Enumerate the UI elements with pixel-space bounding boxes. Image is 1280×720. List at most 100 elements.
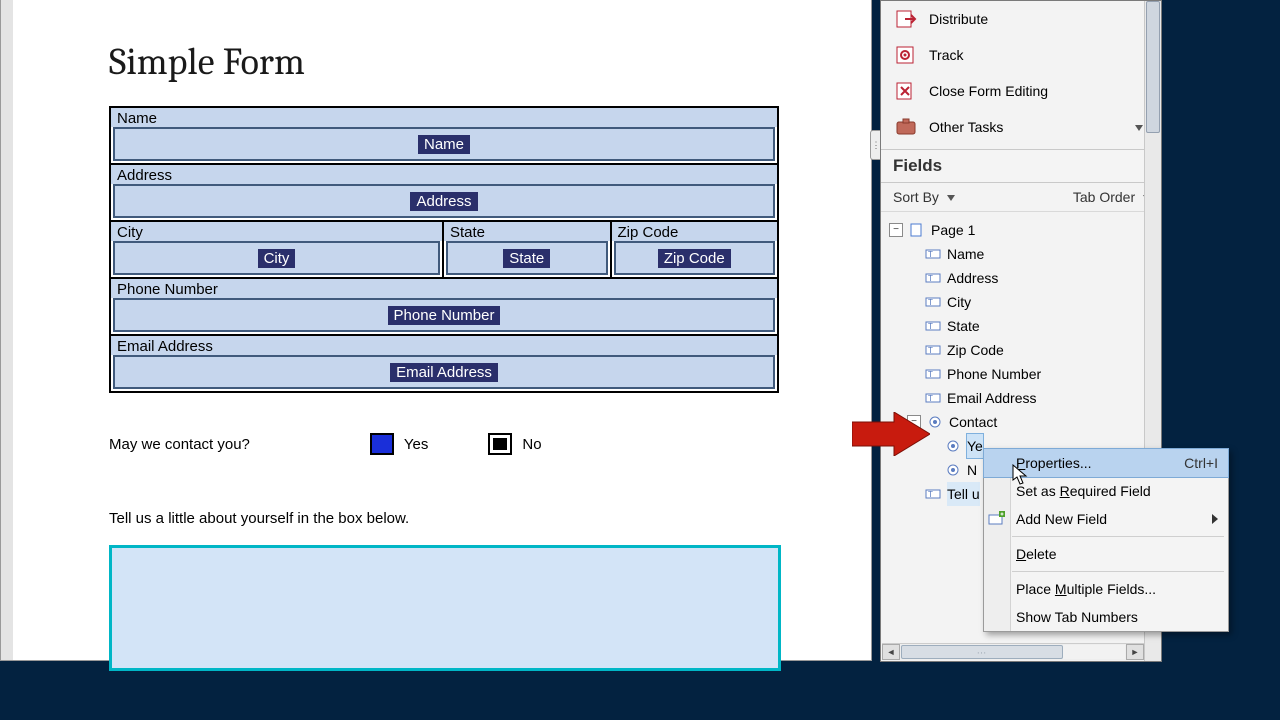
textfield-icon: T [925,295,941,309]
ctx-add-new-field[interactable]: Add New Field [984,505,1228,533]
svg-text:T: T [928,370,933,379]
tree-item-email[interactable]: TEmail Address [889,386,1161,410]
field-email[interactable]: Email Address [113,355,775,389]
red-arrow-annotation [852,412,930,456]
other-tasks-icon [895,116,917,138]
field-name-placeholder: Name [418,135,470,154]
textfield-icon: T [925,343,941,357]
tree-page[interactable]: − Page 1 [889,218,1161,242]
scroll-right-button[interactable]: ► [1126,644,1144,660]
about-prompt: Tell us a little about yourself in the b… [109,510,821,527]
page-content: Simple Form Name Name Address Address Ci… [1,0,871,671]
svg-text:T: T [928,322,933,331]
radio-no-label: No [522,436,541,453]
radio-yes-icon [370,433,394,455]
ctx-add-new-field-label: Add New Field [1016,511,1107,527]
field-city-placeholder: City [258,249,296,268]
svg-text:T: T [928,274,933,283]
ctx-show-tab-numbers[interactable]: Show Tab Numbers [984,603,1228,631]
ctx-separator [1012,536,1224,537]
field-address-placeholder: Address [410,192,477,211]
label-city: City [111,222,442,241]
ctx-delete[interactable]: Delete [984,540,1228,568]
field-phone-placeholder: Phone Number [388,306,501,325]
tree-item-name[interactable]: TName [889,242,1161,266]
chevron-down-icon [947,195,955,201]
field-email-placeholder: Email Address [390,363,498,382]
panel-hscrollbar[interactable]: ◄ ∙∙∙ ► [882,643,1144,660]
contact-question-row: May we contact you? Yes No [109,433,821,455]
contact-question-text: May we contact you? [109,436,250,453]
tool-track-label: Track [929,47,963,63]
label-name: Name [111,108,777,127]
tool-other-tasks-label: Other Tasks [929,119,1003,135]
distribute-icon [895,8,917,30]
tool-distribute-label: Distribute [929,11,988,27]
vscroll-thumb[interactable] [1146,1,1160,133]
svg-text:T: T [928,346,933,355]
add-field-icon [988,510,1006,528]
textfield-icon: T [925,367,941,381]
field-zip[interactable]: Zip Code [614,241,776,275]
field-address[interactable]: Address [113,184,775,218]
svg-text:T: T [928,298,933,307]
tool-track[interactable]: Track [881,37,1143,73]
ctx-delete-label: Delete [1016,546,1056,562]
tree-item-city[interactable]: TCity [889,290,1161,314]
tool-other-tasks[interactable]: Other Tasks [881,109,1143,145]
ctx-properties-shortcut: Ctrl+I [1184,455,1218,471]
field-name[interactable]: Name [113,127,775,161]
fields-toolbar: Sort By Tab Order [881,183,1161,212]
tree-item-state[interactable]: TState [889,314,1161,338]
page-icon [909,223,925,237]
submenu-arrow-icon [1212,514,1218,524]
field-city[interactable]: City [113,241,440,275]
field-state-placeholder: State [503,249,550,268]
scroll-left-button[interactable]: ◄ [882,644,900,660]
label-state: State [444,222,610,241]
tool-close-form-editing[interactable]: Close Form Editing [881,73,1143,109]
ctx-show-tab-numbers-label: Show Tab Numbers [1016,609,1138,625]
ctx-separator [1012,571,1224,572]
svg-text:T: T [928,250,933,259]
sort-by-button[interactable]: Sort By [893,189,955,205]
form-title: Simple Form [109,40,821,84]
radio-yes-label: Yes [404,436,428,453]
svg-text:T: T [928,394,933,403]
tool-distribute[interactable]: Distribute [881,1,1143,37]
field-state[interactable]: State [446,241,608,275]
form-outline: Name Name Address Address City City Stat… [109,106,779,393]
tools-list: Distribute Track Close Form Editing Othe… [881,1,1161,149]
scroll-thumb[interactable]: ∙∙∙ [901,645,1063,659]
chevron-down-icon [1131,119,1143,135]
field-about-textarea[interactable] [109,545,781,671]
field-phone[interactable]: Phone Number [113,298,775,332]
tab-order-button[interactable]: Tab Order [1073,189,1151,205]
radio-icon [945,439,961,453]
fields-section-header: Fields [881,149,1161,183]
radio-yes[interactable]: Yes [370,433,428,455]
label-phone: Phone Number [111,279,777,298]
label-zip: Zip Code [612,222,778,241]
document-canvas: Simple Form Name Name Address Address Ci… [0,0,872,661]
row-city-state-zip: City City State State Zip Code Zip Code [111,222,777,277]
tool-close-form-editing-label: Close Form Editing [929,83,1048,99]
label-email: Email Address [111,336,777,355]
mouse-cursor-icon [1012,464,1030,486]
tree-item-zip[interactable]: TZip Code [889,338,1161,362]
textfield-icon: T [925,391,941,405]
radio-no-icon [488,433,512,455]
textfield-icon: T [925,319,941,333]
textfield-icon: T [925,247,941,261]
ctx-place-multiple[interactable]: Place Multiple Fields... [984,575,1228,603]
textfield-icon: T [925,271,941,285]
tree-item-address[interactable]: TAddress [889,266,1161,290]
field-zip-placeholder: Zip Code [658,249,731,268]
radio-no[interactable]: No [488,433,541,455]
label-address: Address [111,165,777,184]
collapse-icon[interactable]: − [889,223,903,237]
app-root: Simple Form Name Name Address Address Ci… [0,0,1280,720]
svg-text:T: T [928,490,933,499]
tree-item-phone[interactable]: TPhone Number [889,362,1161,386]
scroll-track[interactable]: ∙∙∙ [901,645,1125,659]
